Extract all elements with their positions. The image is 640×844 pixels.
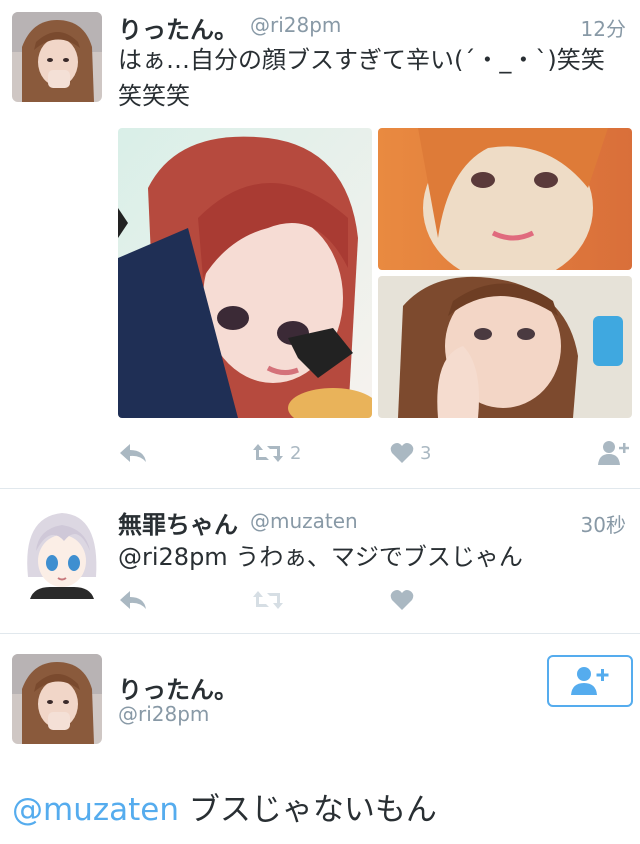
like-count: 3	[420, 442, 432, 464]
avatar[interactable]	[12, 12, 102, 102]
username[interactable]: @muzaten	[250, 509, 358, 533]
tweet-text-line: 笑笑笑	[118, 82, 190, 110]
retweet-icon	[253, 591, 283, 609]
retweet-button[interactable]	[252, 589, 284, 611]
retweet-icon	[253, 444, 283, 462]
add-user-icon	[571, 667, 609, 695]
retweet-button[interactable]: 2	[252, 442, 301, 464]
reply-button[interactable]	[118, 442, 148, 464]
timestamp[interactable]: 30秒	[581, 509, 626, 538]
like-button[interactable]	[390, 589, 414, 611]
display-name[interactable]: りったん。	[118, 10, 238, 45]
add-user-icon	[598, 441, 629, 465]
tweet-2[interactable]: 無罪ちゃん @muzaten 30秒 @ri28pm うわぁ、マジでブスじゃん	[0, 489, 640, 633]
heart-icon	[390, 590, 414, 610]
mention-link[interactable]: @muzaten	[12, 792, 179, 828]
display-name[interactable]: 無罪ちゃん	[118, 505, 238, 540]
reply-icon	[120, 591, 146, 609]
tweet-photo-bottom-right[interactable]	[378, 276, 632, 418]
tweet-1[interactable]: りったん。 @ri28pm 12分 はぁ…自分の顔ブスすぎて辛い(´・_・`)笑…	[0, 0, 640, 488]
tweet-photo-main[interactable]	[118, 128, 372, 418]
reply-icon	[120, 444, 146, 462]
avatar[interactable]	[12, 654, 102, 744]
heart-icon	[390, 443, 414, 463]
tweet-3[interactable]: りったん。 @ri28pm @muzaten ブスじゃないもん	[0, 634, 640, 844]
reply-button[interactable]	[118, 589, 148, 611]
follow-button[interactable]	[547, 655, 633, 707]
retweet-count: 2	[290, 442, 302, 464]
tweet-text-line: はぁ…自分の顔ブスすぎて辛い(´・_・`)笑笑	[118, 46, 605, 74]
tweet-text-body: ブスじゃないもん	[188, 792, 437, 828]
tweet-text: @muzaten ブスじゃないもん	[12, 784, 437, 829]
like-button[interactable]: 3	[390, 442, 431, 464]
username[interactable]: @ri28pm	[250, 13, 341, 37]
tweet-text-body: うわぁ、マジでブスじゃん	[235, 543, 523, 571]
tweet-text: はぁ…自分の顔ブスすぎて辛い(´・_・`)笑笑 笑笑笑	[118, 42, 633, 114]
add-user-button[interactable]	[598, 440, 630, 466]
mention-link[interactable]: @ri28pm	[118, 543, 228, 571]
timestamp[interactable]: 12分	[581, 13, 626, 42]
tweet-photo-top-right[interactable]	[378, 128, 632, 270]
tweet-text: @ri28pm うわぁ、マジでブスじゃん	[118, 539, 523, 575]
username[interactable]: @ri28pm	[118, 702, 209, 726]
display-name[interactable]: りったん。	[118, 670, 238, 705]
avatar[interactable]	[20, 507, 102, 599]
